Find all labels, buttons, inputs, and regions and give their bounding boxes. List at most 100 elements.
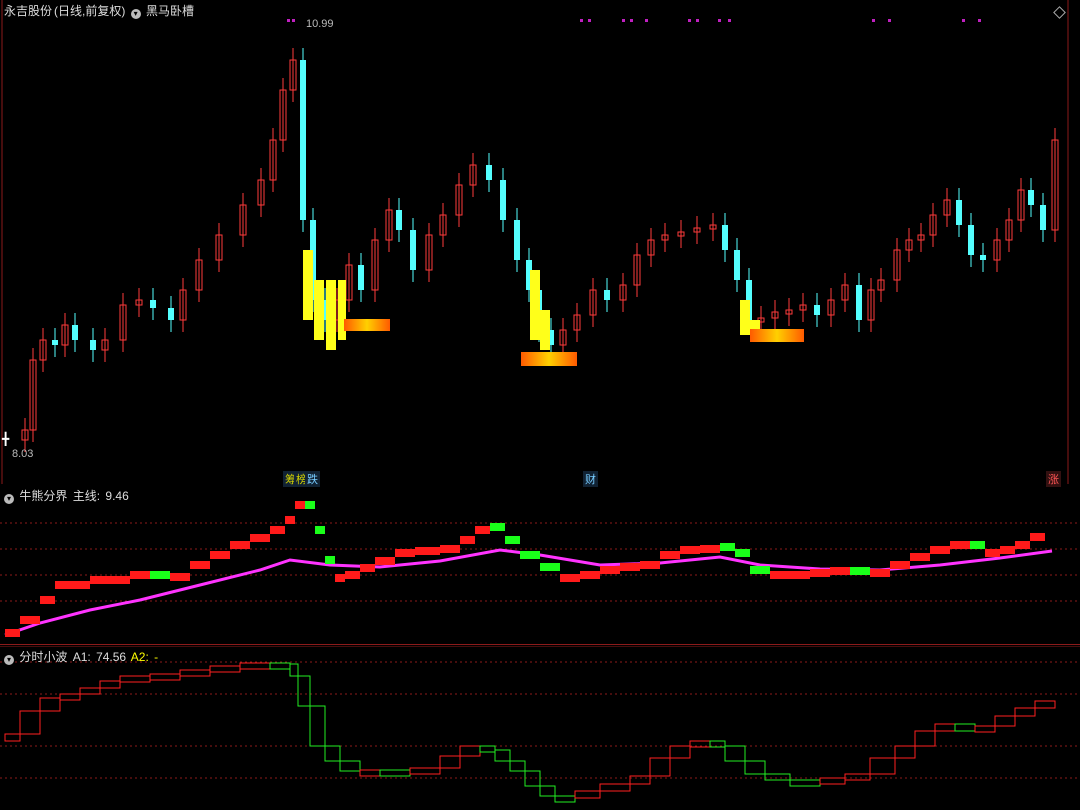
bull-bear-chart[interactable] bbox=[0, 485, 1080, 645]
signal-dot bbox=[622, 19, 625, 22]
wave-step bbox=[309, 705, 326, 747]
wave-step bbox=[1014, 707, 1036, 717]
step-block bbox=[720, 543, 735, 551]
step-block bbox=[5, 629, 20, 637]
wave-step bbox=[494, 749, 511, 762]
bull-bear-panel[interactable]: ▾ 牛熊分界 主线: 9.46 bbox=[0, 485, 1080, 645]
step-block bbox=[620, 563, 640, 571]
sub2-title: ▾ 分时小波 A1: 74.56 A2: - bbox=[4, 648, 160, 665]
wave-step bbox=[764, 773, 791, 781]
chart-bg bbox=[0, 0, 1080, 484]
main-title: 永吉股份 (日线,前复权) ▾ 黑马卧槽 bbox=[4, 2, 196, 19]
step-block bbox=[950, 541, 970, 549]
candle-body bbox=[1040, 205, 1046, 230]
step-block bbox=[930, 546, 950, 554]
chart-mode: (日线,前复权) bbox=[54, 4, 126, 18]
wave-step bbox=[359, 769, 381, 777]
sub1-name[interactable]: 牛熊分界 bbox=[19, 489, 67, 503]
step-block bbox=[190, 561, 210, 569]
step-block bbox=[285, 516, 295, 524]
step-block bbox=[150, 571, 170, 579]
candlestick-chart[interactable] bbox=[0, 0, 1080, 484]
signal-bar bbox=[750, 329, 804, 342]
wave-step bbox=[209, 665, 241, 673]
candle-body bbox=[486, 165, 492, 180]
candle-body bbox=[300, 60, 306, 220]
crosshair-cursor-icon: ╋ bbox=[2, 432, 10, 446]
wave-step bbox=[1034, 700, 1056, 709]
candle-body bbox=[514, 220, 520, 260]
step-block bbox=[460, 536, 475, 544]
candle-body bbox=[168, 308, 174, 320]
signal-dot bbox=[718, 19, 721, 22]
wave-step bbox=[974, 725, 996, 733]
signal-dot bbox=[588, 19, 591, 22]
wave-step bbox=[269, 662, 291, 670]
step-block bbox=[985, 549, 1000, 557]
wave-step bbox=[599, 783, 631, 792]
signal-dot bbox=[688, 19, 691, 22]
step-block bbox=[375, 557, 395, 565]
low-price-label: 8.03 bbox=[12, 448, 34, 460]
indicator-name[interactable]: 黑马卧槽 bbox=[146, 4, 194, 18]
signal-dot bbox=[645, 19, 648, 22]
signal-dot bbox=[580, 19, 583, 22]
step-block bbox=[1000, 546, 1015, 554]
stock-name[interactable]: 永吉股份 bbox=[4, 4, 52, 18]
candle-body bbox=[980, 255, 986, 260]
step-block bbox=[580, 571, 600, 579]
step-block bbox=[1015, 541, 1030, 549]
step-block bbox=[1030, 533, 1045, 541]
candle-body bbox=[1028, 190, 1034, 205]
signal-dot bbox=[888, 19, 891, 22]
candle-body bbox=[956, 200, 962, 225]
step-block bbox=[735, 549, 750, 557]
step-block bbox=[680, 546, 700, 554]
wave-step bbox=[179, 669, 211, 677]
signal-bar bbox=[521, 352, 577, 366]
step-block bbox=[850, 567, 870, 575]
step-block bbox=[415, 547, 440, 555]
step-block bbox=[305, 501, 315, 509]
signal-block bbox=[530, 270, 540, 340]
step-block bbox=[750, 566, 770, 574]
wavelet-panel[interactable]: ▾ 分时小波 A1: 74.56 A2: - bbox=[0, 646, 1080, 810]
step-block bbox=[790, 571, 810, 579]
step-block bbox=[770, 571, 790, 579]
wave-step bbox=[297, 675, 311, 707]
wave-step bbox=[289, 663, 299, 677]
wave-step bbox=[339, 760, 361, 772]
step-block bbox=[540, 563, 560, 571]
wave-step bbox=[439, 755, 461, 769]
step-block bbox=[70, 581, 90, 589]
step-block bbox=[335, 574, 345, 582]
wave-step bbox=[59, 693, 81, 701]
wavelet-chart[interactable] bbox=[0, 646, 1080, 810]
wave-step bbox=[39, 697, 61, 712]
step-block bbox=[970, 541, 985, 549]
wave-step bbox=[79, 687, 101, 695]
step-block bbox=[250, 534, 270, 542]
step-block bbox=[830, 567, 850, 575]
dropdown-circle-icon[interactable]: ▾ bbox=[130, 9, 141, 19]
step-block bbox=[325, 556, 335, 564]
wave-step bbox=[994, 715, 1016, 727]
wave-step bbox=[574, 790, 601, 799]
dropdown-circle-icon[interactable]: ▾ bbox=[4, 494, 14, 504]
wave-step bbox=[789, 779, 821, 787]
sub2-name[interactable]: 分时小波 bbox=[19, 650, 67, 664]
candle-body bbox=[856, 285, 862, 320]
main-chart-panel[interactable]: 永吉股份 (日线,前复权) ▾ 黑马卧槽 10.99 8.03 ╋ 筹 榜 跌 财… bbox=[0, 0, 1080, 487]
sub1-title: ▾ 牛熊分界 主线: 9.46 bbox=[4, 487, 131, 504]
wave-step bbox=[324, 745, 341, 762]
step-block bbox=[270, 526, 285, 534]
dropdown-circle-icon[interactable]: ▾ bbox=[4, 655, 14, 665]
wave-step bbox=[744, 760, 766, 775]
candle-body bbox=[396, 210, 402, 230]
signal-bar bbox=[344, 319, 390, 331]
wave-step bbox=[649, 757, 671, 777]
wave-step bbox=[509, 760, 526, 772]
wave-step bbox=[894, 745, 916, 759]
candle-body bbox=[150, 300, 156, 308]
wave-step bbox=[669, 745, 691, 759]
